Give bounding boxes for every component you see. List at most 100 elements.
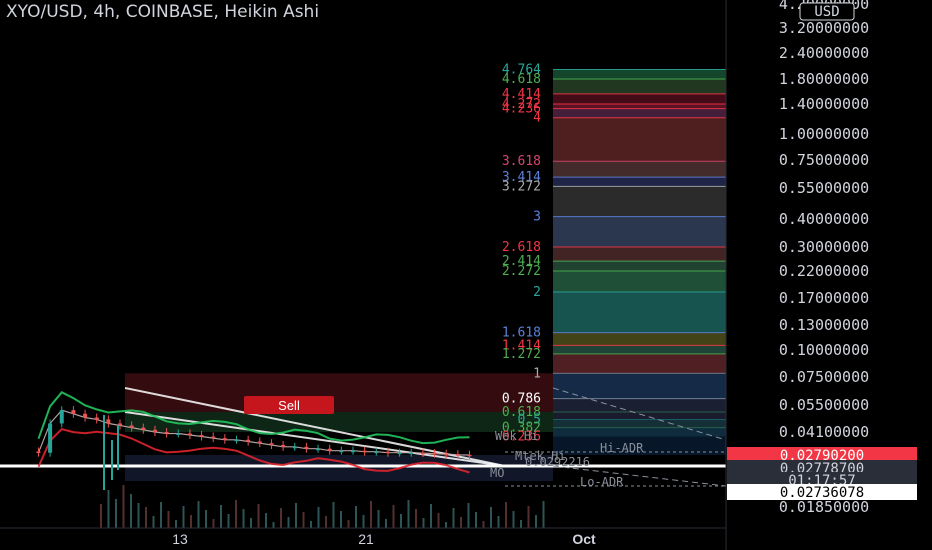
candle-body (292, 446, 297, 449)
candle-body (467, 454, 472, 457)
price-tick-label: 0.75000000 (779, 151, 869, 169)
volume-bar (212, 519, 215, 528)
volume-bar (130, 494, 132, 528)
volume-bar (467, 503, 470, 528)
chart-title: XYO/USD, 4h, COINBASE, Heikin Ashi (6, 2, 320, 22)
candle-body (234, 439, 239, 442)
time-tick-label: 21 (358, 531, 374, 547)
candle-body (397, 452, 402, 455)
price-tick-label: 0.22000000 (779, 262, 869, 280)
volume-bar (520, 520, 522, 528)
price-tick-label: 0.30000000 (779, 238, 869, 256)
fib-band (553, 353, 726, 374)
sell-label: Sell (278, 398, 300, 413)
candle-body (222, 438, 227, 440)
volume-bar (347, 520, 350, 528)
volume-bar (505, 502, 507, 528)
currency-badge[interactable]: USD (799, 2, 855, 21)
price-tick-label: 0.10000000 (779, 341, 869, 359)
volume-bar (182, 506, 185, 528)
currency-badge-label[interactable]: USD (814, 4, 839, 20)
candle-body (281, 444, 286, 447)
candle-body (339, 450, 344, 453)
volume-bar (242, 509, 245, 528)
volume-bar (422, 518, 425, 528)
candle-body (187, 433, 192, 435)
fib-level-label: 2.618 (502, 240, 541, 255)
candle-body (432, 453, 437, 455)
volume-bar (122, 485, 125, 528)
volume-bar (160, 502, 162, 528)
candle-body (385, 451, 390, 454)
candle-body (374, 451, 379, 454)
volume-bar (430, 504, 432, 528)
candle-body (94, 417, 99, 420)
candle-body (106, 419, 111, 424)
volume-bar (362, 515, 365, 528)
volume-bar (235, 500, 237, 528)
volume-bar (257, 504, 260, 528)
volume-bar (280, 508, 282, 528)
volume-bar (205, 510, 207, 528)
candle-body (48, 423, 53, 453)
volume-bar (310, 521, 312, 528)
fib-band (553, 161, 726, 178)
candle-body (362, 450, 367, 453)
fib-band (553, 79, 726, 94)
volume-bar (535, 515, 537, 528)
candle-body (152, 429, 157, 432)
price-axis-layer: 4.200000003.200000002.400000001.80000000… (725, 0, 917, 550)
price-badge-label: 0.02736078 (780, 485, 864, 501)
time-tick-label: 13 (172, 531, 188, 547)
volume-bar (400, 514, 402, 528)
volume-bar (295, 503, 297, 528)
fib-band (553, 186, 726, 217)
price-tick-label: 0.17000000 (779, 289, 869, 307)
volume-bar (107, 490, 110, 528)
candle-body (211, 436, 216, 439)
price-chart[interactable]: 4.7644.6184.4144.2724.23643.6183.4143.27… (0, 0, 932, 550)
fib-band (553, 345, 726, 354)
indicator-label: Wek Hi (495, 429, 538, 443)
volume-bar (220, 505, 222, 528)
volume-bar (437, 513, 440, 528)
sell-signal: Sell (244, 396, 334, 414)
price-tick-label: 1.00000000 (779, 125, 869, 143)
volume-bar (385, 519, 387, 528)
volume-bar (115, 499, 117, 528)
fib-level-label: 2.272 (502, 264, 541, 279)
indicator-label: 0.0292216 (525, 455, 590, 469)
fib-bands-layer (125, 68, 726, 481)
time-axis-layer: 13 21 Oct (0, 527, 726, 547)
fib-band (553, 332, 726, 346)
candle-body (199, 434, 204, 437)
price-tick-label: 1.80000000 (779, 70, 869, 88)
volume-bar (302, 512, 305, 528)
volume-bar (370, 501, 372, 528)
fib-level-label: 1 (533, 366, 541, 381)
volume-bar (265, 513, 267, 528)
price-badge: 0.02736078 (727, 484, 917, 501)
candle-body (327, 448, 332, 451)
volume-bar (475, 512, 477, 528)
candle-body (316, 448, 321, 451)
price-tick-label: 0.07500000 (779, 368, 869, 386)
fib-band (553, 216, 726, 247)
indicator-label: MO (490, 466, 504, 480)
volume-bar (332, 502, 335, 528)
volume-bar (407, 500, 410, 528)
candle-body (444, 453, 449, 456)
volume-bar (377, 510, 380, 528)
candle-body (269, 443, 274, 445)
candle-body (455, 454, 460, 456)
volume-bar (512, 511, 515, 528)
indicator-label: Lo-ADR (580, 475, 624, 489)
candle-body (420, 452, 425, 455)
candle-body (257, 441, 262, 444)
volume-bar (325, 516, 327, 528)
candle-body (129, 425, 134, 428)
candle-body (59, 410, 64, 424)
candle-body (409, 452, 414, 455)
volume-bar (100, 504, 102, 528)
volume-bar (415, 509, 417, 528)
